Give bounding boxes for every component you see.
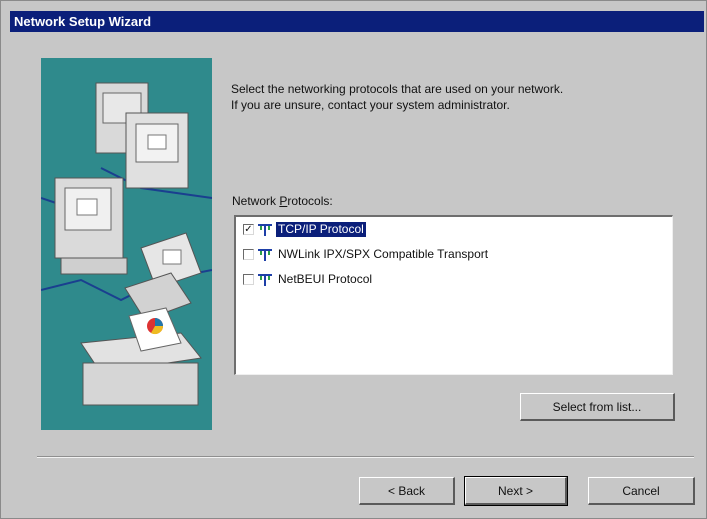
network-illustration-icon bbox=[41, 82, 212, 406]
next-button[interactable]: Next > bbox=[464, 476, 568, 506]
wizard-window: Network Setup Wizard Select the networki… bbox=[0, 0, 707, 519]
network-protocol-icon bbox=[258, 223, 272, 236]
protocol-label: TCP/IP Protocol bbox=[276, 222, 366, 237]
select-from-list-button[interactable]: Select from list... bbox=[520, 393, 675, 421]
network-protocol-icon bbox=[258, 273, 272, 286]
tcpip-checkbox[interactable]: ✓ bbox=[243, 224, 254, 235]
back-button[interactable]: < Back bbox=[359, 477, 455, 505]
protocol-label: NWLink IPX/SPX Compatible Transport bbox=[278, 247, 489, 261]
list-item-netbeui[interactable]: NetBEUI Protocol bbox=[243, 271, 374, 288]
networked-computers-illustration bbox=[41, 58, 212, 430]
title-bar[interactable]: Network Setup Wizard bbox=[10, 11, 704, 32]
instruction-line-2: If you are unsure, contact your system a… bbox=[231, 98, 510, 112]
network-protocols-label: Network Protocols: bbox=[232, 194, 333, 208]
network-protocol-icon bbox=[258, 248, 272, 261]
protocol-listbox[interactable]: ✓ TCP/IP Protocol NWLink IPX/SPX Compati… bbox=[234, 215, 673, 375]
list-item-nwlink[interactable]: NWLink IPX/SPX Compatible Transport bbox=[243, 246, 490, 263]
divider bbox=[37, 456, 694, 458]
protocol-label: NetBEUI Protocol bbox=[278, 272, 373, 286]
instruction-line-1: Select the networking protocols that are… bbox=[231, 82, 564, 96]
label-prefix: Network bbox=[232, 194, 280, 208]
nwlink-checkbox[interactable] bbox=[243, 249, 254, 260]
netbeui-checkbox[interactable] bbox=[243, 274, 254, 285]
label-suffix: rotocols: bbox=[287, 194, 333, 208]
list-item-tcpip[interactable]: ✓ TCP/IP Protocol bbox=[243, 221, 366, 238]
cancel-button[interactable]: Cancel bbox=[588, 477, 695, 505]
